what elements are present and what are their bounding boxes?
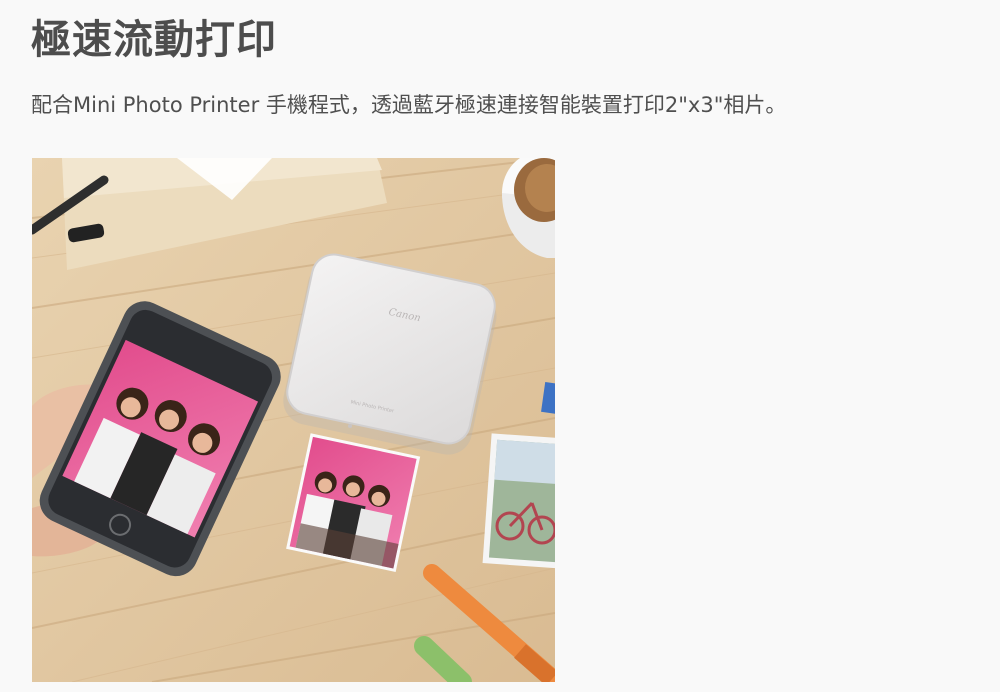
product-photo: Canon Mini Photo Printer: [32, 158, 555, 682]
section-title: 極速流動打印: [31, 17, 277, 63]
feature-section: 極速流動打印 配合Mini Photo Printer 手機程式，透過藍牙極速連…: [0, 0, 1000, 692]
section-description: 配合Mini Photo Printer 手機程式，透過藍牙極速連接智能裝置打印…: [31, 93, 787, 117]
printed-photo: [286, 433, 421, 572]
